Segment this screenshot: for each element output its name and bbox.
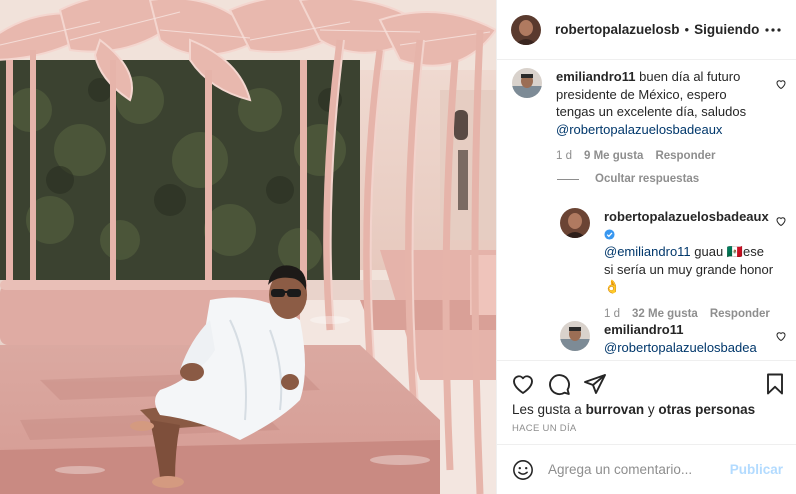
- reply-button[interactable]: Responder: [655, 149, 715, 163]
- heart-icon[interactable]: [511, 372, 535, 396]
- reply-username[interactable]: emiliandro11: [604, 322, 683, 337]
- post-actions-bar: [497, 360, 796, 406]
- author-avatar[interactable]: [511, 14, 541, 45]
- likes-prefix: Les gusta a: [512, 402, 586, 417]
- likes-summary[interactable]: Les gusta a burrovan y otras personas: [512, 402, 755, 417]
- likes-middle: y: [644, 402, 659, 417]
- comment-like-heart-icon[interactable]: [775, 78, 787, 90]
- reply-text-a: guau: [690, 244, 727, 259]
- post-header: robertopalazuelosb • Siguiendo: [497, 0, 796, 60]
- post-photo[interactable]: [0, 0, 496, 494]
- reply-like-heart-icon[interactable]: [775, 330, 787, 342]
- publish-button[interactable]: Publicar: [730, 462, 783, 477]
- comment-time[interactable]: 1 d: [556, 149, 572, 163]
- comment-item: emiliandro11 buen día al futuro presiden…: [512, 68, 772, 163]
- reply-like-heart-icon[interactable]: [775, 215, 787, 227]
- paper-plane-icon[interactable]: [583, 372, 607, 396]
- post-time-ago[interactable]: HACE UN DÍA: [512, 423, 577, 434]
- hide-replies-label: Ocultar respuestas: [595, 173, 700, 185]
- comment-icon[interactable]: [547, 372, 571, 396]
- commenter-avatar[interactable]: [512, 68, 542, 98]
- verified-badge-icon: [604, 228, 615, 240]
- comment-mention[interactable]: @robertopalazuelosbadeaux: [556, 122, 722, 137]
- post-photo-illustration: [0, 0, 496, 494]
- mexico-flag-emoji: 🇲🇽: [726, 244, 744, 259]
- add-comment-bar: Publicar: [497, 444, 796, 494]
- likes-others[interactable]: otras personas: [658, 402, 755, 417]
- comment-likes[interactable]: 9 Me gusta: [584, 149, 643, 163]
- reply-author-avatar[interactable]: [560, 208, 590, 238]
- comment-username[interactable]: emiliandro11: [556, 69, 635, 84]
- reply-item: emiliandro11 @robertopalazuelosbadea: [560, 321, 782, 356]
- smiley-icon[interactable]: [512, 459, 534, 481]
- reply-reply-button[interactable]: Responder: [710, 307, 770, 321]
- bookmark-icon[interactable]: [763, 372, 787, 396]
- more-horizontal-icon[interactable]: [765, 22, 781, 38]
- reply-meta: 1 d 32 Me gusta Responder: [604, 307, 774, 321]
- hide-replies-line: [557, 178, 579, 180]
- hide-replies-toggle[interactable]: Ocultar respuestas: [557, 173, 699, 185]
- reply-time[interactable]: 1 d: [604, 307, 620, 321]
- reply-mention[interactable]: @robertopalazuelosbadea: [604, 340, 757, 355]
- author-username[interactable]: robertopalazuelosb: [555, 22, 680, 37]
- reply-mention[interactable]: @emiliandro11: [604, 244, 691, 259]
- header-separator: •: [684, 22, 690, 37]
- comment-input[interactable]: [548, 462, 748, 477]
- reply-author-avatar[interactable]: [560, 321, 590, 351]
- comments-list[interactable]: emiliandro11 buen día al futuro presiden…: [497, 60, 796, 360]
- ok-hand-emoji: 👌: [604, 279, 621, 294]
- following-button[interactable]: Siguiendo: [694, 22, 759, 37]
- reply-likes[interactable]: 32 Me gusta: [632, 307, 698, 321]
- reply-username[interactable]: robertopalazuelosbadeaux: [604, 209, 769, 224]
- reply-item: robertopalazuelosbadeaux @emiliandro11 g…: [560, 208, 782, 321]
- likes-user[interactable]: burrovan: [586, 402, 645, 417]
- post-side-panel: robertopalazuelosb • Siguiendo emiliandr…: [496, 0, 796, 494]
- comment-meta: 1 d 9 Me gusta Responder: [556, 149, 766, 163]
